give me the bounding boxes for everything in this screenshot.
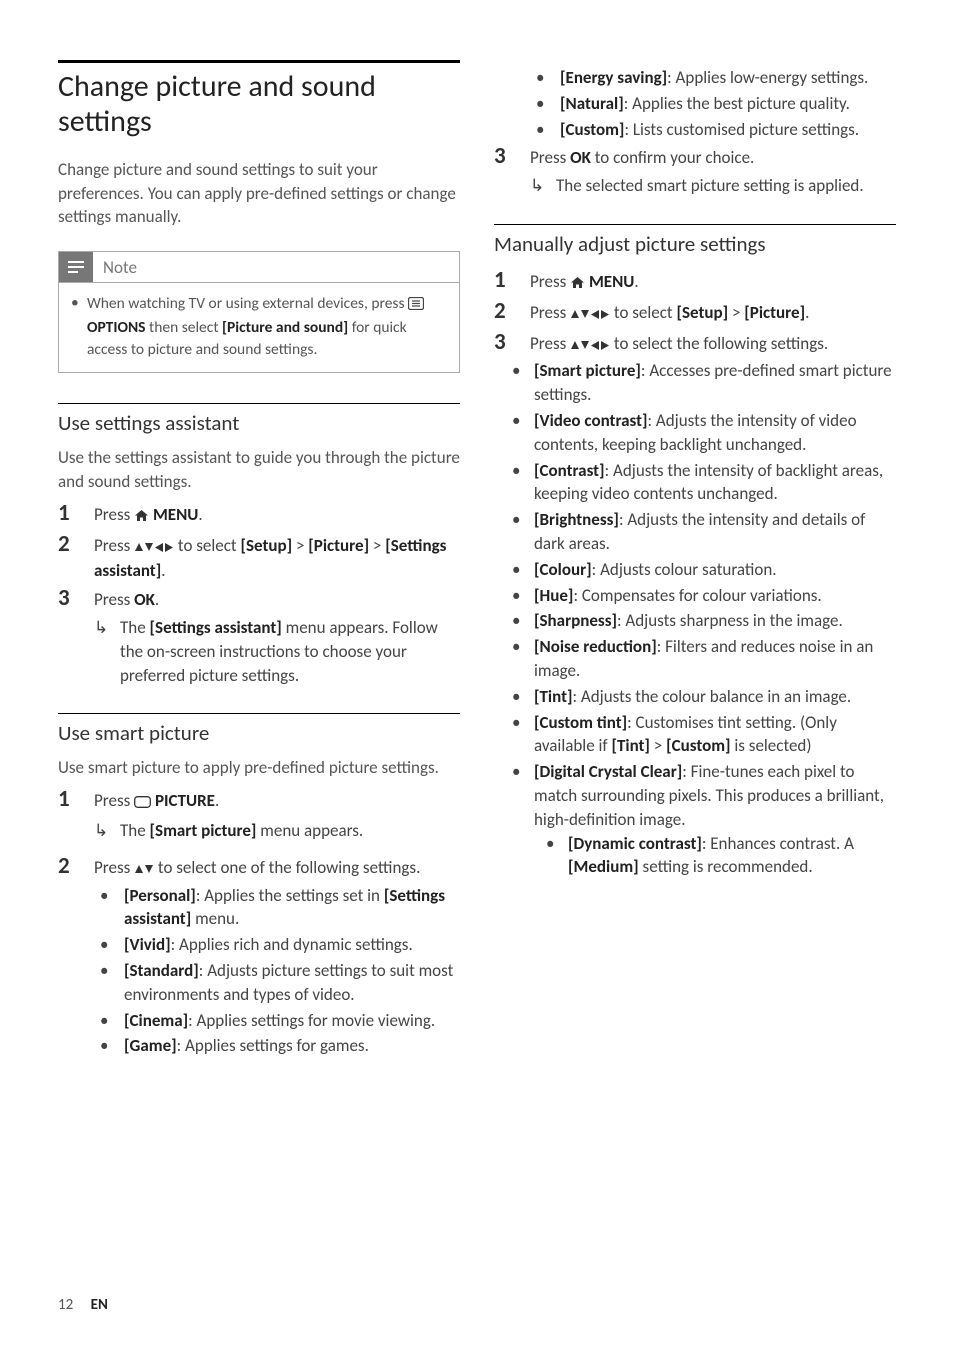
- page-lang: EN: [91, 1296, 108, 1314]
- note-label: Note: [93, 257, 137, 278]
- intro-text: Change picture and sound settings to sui…: [58, 158, 460, 229]
- step: 3 Press to select the following settings…: [494, 329, 896, 358]
- smart-intro: Use smart picture to apply pre-defined p…: [58, 756, 460, 780]
- page-title: Change picture and sound settings: [58, 60, 460, 140]
- updown-icon: [134, 858, 154, 882]
- page-number: 12: [58, 1296, 73, 1314]
- home-icon: [134, 505, 149, 529]
- step: 1 Press MENU.: [494, 267, 896, 296]
- manual-options: [Smart picture]: Accesses pre-defined sm…: [494, 359, 896, 879]
- step: 1 Press PICTURE.: [58, 786, 460, 815]
- result: ↳ The selected smart picture setting is …: [494, 172, 896, 198]
- step: 3 Press OK.: [58, 585, 460, 612]
- nav-arrows-icon: [570, 334, 610, 358]
- smart-options: [Personal]: Applies the settings set in …: [58, 884, 460, 1059]
- note-icon: [59, 252, 93, 282]
- home-icon: [570, 272, 585, 296]
- options-icon: [408, 295, 424, 317]
- note-body: When watching TV or using external devic…: [59, 283, 459, 372]
- step: 2 Press to select [Setup] > [Picture].: [494, 298, 896, 327]
- step: 1 Press MENU.: [58, 500, 460, 529]
- smart-heading: Use smart picture: [58, 713, 460, 746]
- result: ↳ The [Smart picture] menu appears.: [58, 817, 460, 843]
- picture-icon: [134, 791, 151, 815]
- nav-arrows-icon: [134, 536, 174, 560]
- result: ↳ The [Settings assistant] menu appears.…: [58, 614, 460, 687]
- step: 2 Press to select [Setup] > [Picture] > …: [58, 531, 460, 584]
- step: 3 Press OK to confirm your choice.: [494, 143, 896, 170]
- manual-heading: Manually adjust picture settings: [494, 224, 896, 257]
- assist-heading: Use settings assistant: [58, 403, 460, 436]
- step: 2 Press to select one of the following s…: [58, 853, 460, 882]
- assist-intro: Use the settings assistant to guide you …: [58, 446, 460, 494]
- note-box: Note When watching TV or using external …: [58, 251, 460, 373]
- smart-options-cont: [Energy saving]: Applies low-energy sett…: [494, 66, 896, 141]
- nav-arrows-icon: [570, 303, 610, 327]
- footer: 12 EN: [58, 1296, 108, 1314]
